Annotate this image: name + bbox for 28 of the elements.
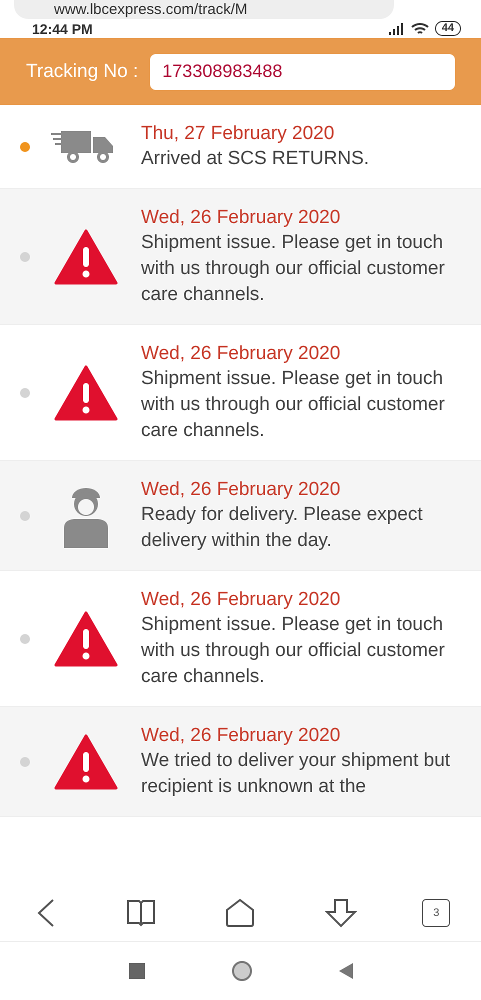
event-date: Wed, 26 February 2020 [141,206,342,230]
warning-icon [54,734,118,790]
back-triangle-icon[interactable] [338,963,352,979]
event-description: Shipment issue. Please get in touch with us through our official customer care channels. [141,613,446,689]
tabs-button[interactable]: 3 [422,899,450,927]
warning-icon [54,228,118,284]
event-date: Wed, 26 February 2020 [141,478,342,502]
address-bar[interactable]: www.lbcexpress.com/track/M [14,0,394,19]
home-circle-icon[interactable] [230,960,252,982]
warning-icon [54,610,118,666]
event-description: Arrived at SCS RETURNS. [141,147,370,171]
event-description: Shipment issue. Please get in touch with us through our official customer care channels. [141,231,446,307]
recents-icon[interactable] [128,963,144,979]
battery-indicator: 44 [434,21,461,36]
url-text: www.lbcexpress.com/track/M [54,1,248,18]
tracking-number-field[interactable]: 173308983488 [150,54,455,90]
event-date: Wed, 26 February 2020 [141,588,342,612]
event-date: Wed, 26 February 2020 [141,342,342,366]
event-date: Wed, 26 February 2020 [141,724,342,748]
event-description: Shipment issue. Please get in touch with us through our official customer care channels. [141,367,446,443]
event-description: We tried to deliver your shipment but recipient is unknown at the [141,749,452,799]
signal-icon [388,22,405,34]
warning-icon [54,364,118,420]
status-time: 12:44 PM [32,20,93,36]
wifi-icon [410,22,429,36]
event-description: Ready for delivery. Please expect delivery within the day. [141,503,424,553]
event-date: Thu, 27 February 2020 [141,122,336,146]
tracking-label: Tracking No : [26,60,138,82]
